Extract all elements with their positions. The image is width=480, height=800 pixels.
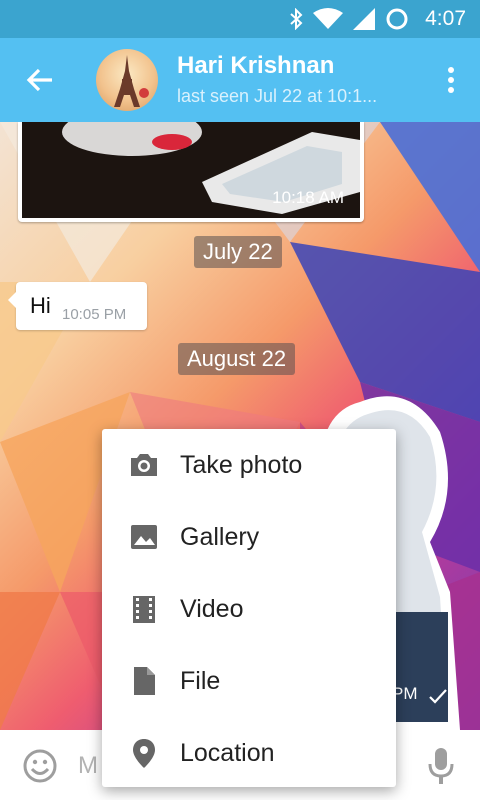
photo-thumbnail: 10:18 AM <box>22 122 360 218</box>
menu-item-video[interactable]: Video <box>102 573 396 645</box>
bluetooth-icon <box>290 8 303 30</box>
menu-item-take-photo[interactable]: Take photo <box>102 429 396 501</box>
camera-icon <box>131 454 157 476</box>
attach-menu: Take photo Gallery Video File Location <box>102 429 396 787</box>
menu-item-gallery[interactable]: Gallery <box>102 501 396 573</box>
message-time: 10:05 PM <box>62 306 127 323</box>
avatar[interactable] <box>96 49 158 111</box>
contact-last-seen: last seen Jul 22 at 10:1... <box>177 86 378 106</box>
image-icon <box>131 525 157 549</box>
film-icon <box>133 596 155 623</box>
signal-icon <box>353 8 376 30</box>
photo-message-time: 10:18 AM <box>272 188 344 207</box>
read-check-icon <box>429 689 447 704</box>
menu-item-label: Gallery <box>180 523 260 551</box>
message-text: Hi <box>30 293 51 318</box>
menu-item-file[interactable]: File <box>102 645 396 717</box>
mic-icon[interactable] <box>428 746 454 786</box>
menu-item-location[interactable]: Location <box>102 717 396 789</box>
menu-item-label: Take photo <box>180 451 303 479</box>
sync-icon <box>386 8 408 30</box>
menu-item-label: Location <box>180 739 275 767</box>
chat-header: Hari Krishnan last seen Jul 22 at 10:1..… <box>0 38 480 122</box>
date-separator: July 22 <box>194 236 282 268</box>
arrow-left-icon[interactable] <box>22 62 58 98</box>
menu-item-label: File <box>180 667 221 695</box>
message-input[interactable]: M <box>78 752 98 780</box>
more-vertical-icon[interactable] <box>444 62 458 98</box>
status-time: 4:07 <box>425 7 466 30</box>
emoji-icon[interactable] <box>22 748 58 784</box>
location-pin-icon <box>133 739 155 768</box>
photo-message[interactable]: 10:18 AM <box>18 122 364 222</box>
status-bar: 4:07 <box>0 0 480 38</box>
incoming-message[interactable]: Hi 10:05 PM <box>8 282 147 330</box>
menu-item-label: Video <box>180 595 244 623</box>
wifi-icon <box>313 8 344 29</box>
eiffel-tower-icon <box>114 55 149 107</box>
date-separator: August 22 <box>178 343 296 375</box>
contact-name[interactable]: Hari Krishnan <box>177 52 334 80</box>
file-icon <box>134 667 155 695</box>
